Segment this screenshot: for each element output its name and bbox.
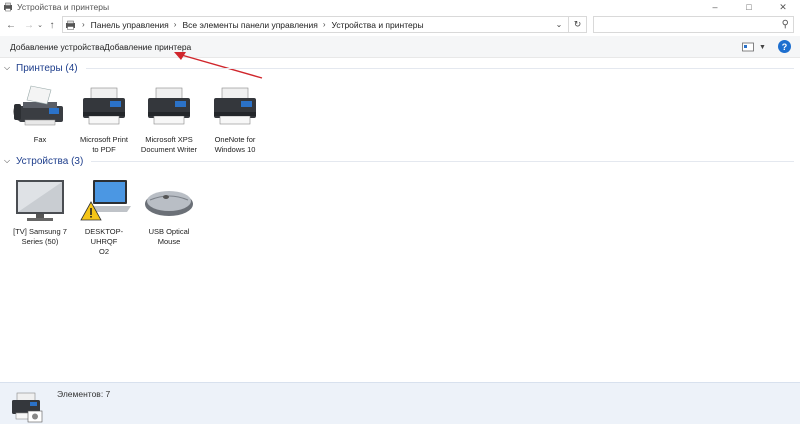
breadcrumb-separator: › [173, 20, 177, 29]
chevron-down-icon: ⌵ [4, 63, 11, 72]
view-options-button[interactable]: ▼ [742, 41, 766, 53]
printer-item-fax[interactable]: Fax [8, 84, 72, 145]
command-bar: Добавление устройства Добавление принтер… [0, 36, 800, 58]
chevron-down-icon[interactable]: ⌄ [36, 18, 44, 32]
breadcrumb-separator: › [322, 20, 326, 29]
printer-icon [83, 87, 125, 125]
printer-item-xps[interactable]: Microsoft XPS Document Writer [137, 84, 201, 155]
breadcrumb-separator: › [82, 20, 85, 29]
printers-group-title: Принтеры (4) [16, 62, 78, 74]
chevron-down-icon: ▼ [759, 43, 766, 51]
device-label: USB Optical Mouse [148, 227, 190, 246]
arrow-right-icon[interactable]: → [22, 18, 36, 32]
devices-printers-icon [66, 20, 75, 30]
device-item-mouse[interactable]: USB Optical Mouse [137, 176, 201, 247]
devices-group-title: Устройства (3) [16, 155, 84, 167]
printer-label: OneNote for Windows 10 [214, 135, 256, 154]
arrow-left-icon[interactable]: ← [4, 18, 18, 32]
device-label: [TV] Samsung 7 Series (50) [13, 227, 67, 246]
divider [91, 160, 794, 162]
address-history-chevron-icon[interactable]: ⌄ [553, 18, 565, 31]
device-label: DESKTOP-UHRQF O2 [84, 227, 124, 256]
divider [85, 67, 794, 69]
details-pane: Элементов: 7 [0, 382, 800, 424]
address-bar[interactable]: › Панель управления › Все элементы панел… [62, 16, 587, 33]
printer-label: Microsoft XPS Document Writer [140, 135, 198, 154]
chevron-down-icon: ⌵ [4, 156, 11, 165]
arrow-up-icon[interactable]: ↑ [45, 18, 59, 32]
breadcrumb-all-items[interactable]: Все элементы панели управления [182, 20, 317, 30]
device-item-tv[interactable]: [TV] Samsung 7 Series (50) [8, 176, 72, 247]
refresh-icon[interactable]: ↻ [568, 17, 586, 32]
mouse-icon [145, 191, 193, 216]
printer-item-onenote[interactable]: OneNote for Windows 10 [203, 84, 267, 155]
printers-group-header[interactable]: ⌵ Принтеры (4) [4, 61, 794, 75]
window-title: Устройства и принтеры [17, 2, 110, 12]
printer-label: Fax [33, 135, 47, 144]
title-bar: Устройства и принтеры – □ ✕ [0, 0, 800, 14]
breadcrumb-devices-printers[interactable]: Устройства и принтеры [331, 20, 423, 30]
printer-label: Microsoft Print to PDF [80, 135, 128, 154]
printer-icon [12, 392, 43, 423]
close-button[interactable]: ✕ [766, 0, 800, 14]
devices-printers-icon [4, 2, 12, 12]
search-icon: ⚲ [781, 19, 789, 30]
navigation-bar: ← → ⌄ ↑ › Панель управления › Все элемен… [0, 14, 800, 36]
tv-icon [16, 180, 64, 221]
fax-icon [13, 85, 63, 126]
search-input[interactable]: ⚲ [593, 16, 794, 33]
laptop-warning-icon [80, 180, 131, 221]
maximize-button[interactable]: □ [732, 0, 766, 14]
devices-group-header[interactable]: ⌵ Устройства (3) [4, 154, 794, 168]
add-device-button[interactable]: Добавление устройства [10, 42, 104, 52]
printer-icon [148, 87, 190, 125]
breadcrumb-control-panel[interactable]: Панель управления [91, 20, 169, 30]
item-count: Элементов: 7 [57, 389, 111, 399]
help-button[interactable]: ? [778, 40, 791, 53]
device-item-computer[interactable]: DESKTOP-UHRQF O2 [72, 176, 136, 257]
printer-icon [214, 87, 256, 125]
minimize-button[interactable]: – [698, 0, 732, 14]
printer-item-pdf[interactable]: Microsoft Print to PDF [72, 84, 136, 155]
view-options-icon [742, 42, 754, 52]
